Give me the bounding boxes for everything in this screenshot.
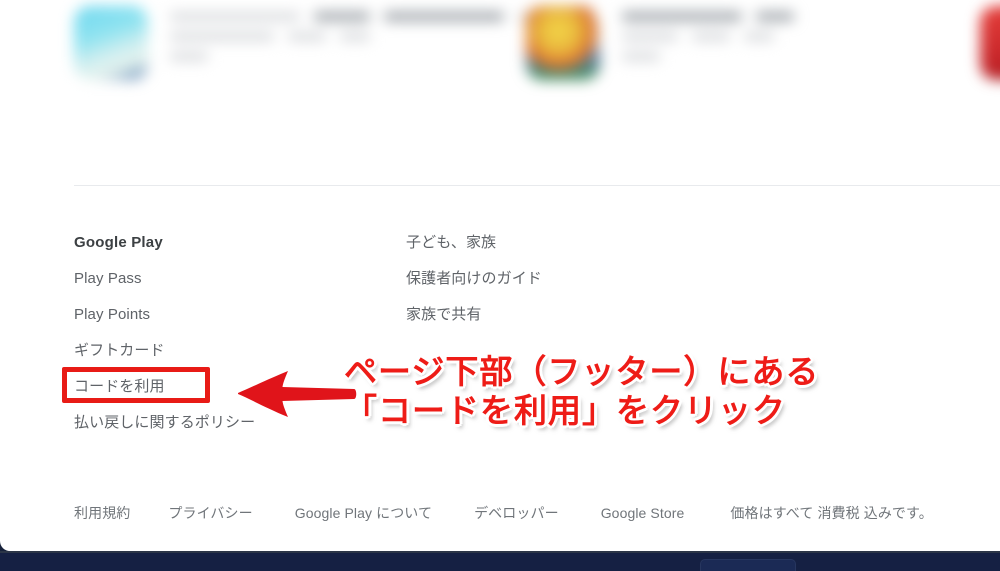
app-result-card[interactable] xyxy=(526,6,794,80)
taskbar-window-button[interactable] xyxy=(700,559,796,571)
footer-heading-google-play: Google Play xyxy=(74,234,163,251)
app-icon-colorful xyxy=(526,6,600,80)
app-icon-red xyxy=(980,6,1000,80)
legal-link-terms[interactable]: 利用規約 xyxy=(74,504,130,522)
footer-legal-row: 利用規約 プライバシー Google Play について デベロッパー Goog… xyxy=(74,504,933,522)
browser-content-pane: Google Play Play Pass Play Points ギフトカード… xyxy=(0,0,1000,551)
app-result-card[interactable] xyxy=(74,6,556,80)
legal-link-google-store[interactable]: Google Store xyxy=(601,504,685,522)
annotation-text-line-2: 「コードを利用」をクリック xyxy=(344,392,786,429)
footer-divider xyxy=(74,185,1000,186)
footer-link-redeem-code[interactable]: コードを利用 xyxy=(74,378,165,396)
footer-column-family: 子ども、家族 保護者向けのガイド 家族で共有 xyxy=(406,234,542,342)
footer-link-family-sharing[interactable]: 家族で共有 xyxy=(406,306,482,324)
app-result-card[interactable] xyxy=(980,6,1000,80)
app-icon-blue xyxy=(74,6,148,80)
screen: Google Play Play Pass Play Points ギフトカード… xyxy=(0,0,1000,571)
footer-column-google-play: Google Play Play Pass Play Points ギフトカード… xyxy=(62,234,255,450)
footer-link-play-pass[interactable]: Play Pass xyxy=(74,270,142,288)
left-arrow-icon xyxy=(238,371,357,417)
app-card-text xyxy=(622,6,794,80)
footer-link-parent-guide[interactable]: 保護者向けのガイド xyxy=(406,270,542,288)
app-results-list xyxy=(0,0,1000,185)
annotation-text: ページ下部（フッター）にある 「コードを利用」をクリック xyxy=(344,352,819,430)
legal-link-developers[interactable]: デベロッパー xyxy=(474,504,559,522)
footer-link-redeem-code-wrapper: コードを利用 xyxy=(62,367,210,403)
legal-tax-notice: 価格はすべて 消費税 込みです。 xyxy=(730,505,933,521)
legal-link-about-google-play[interactable]: Google Play について xyxy=(295,504,432,522)
app-card-text xyxy=(170,6,556,80)
footer-link-gift-card[interactable]: ギフトカード xyxy=(74,342,165,360)
footer-link-refund-policy[interactable]: 払い戻しに関するポリシー xyxy=(74,414,255,432)
annotation-text-line-1: ページ下部（フッター）にある xyxy=(344,353,820,390)
legal-link-privacy[interactable]: プライバシー xyxy=(168,504,252,522)
os-taskbar[interactable] xyxy=(0,551,1000,571)
footer-link-play-points[interactable]: Play Points xyxy=(74,306,150,324)
footer-link-kids-family[interactable]: 子ども、家族 xyxy=(406,234,496,252)
